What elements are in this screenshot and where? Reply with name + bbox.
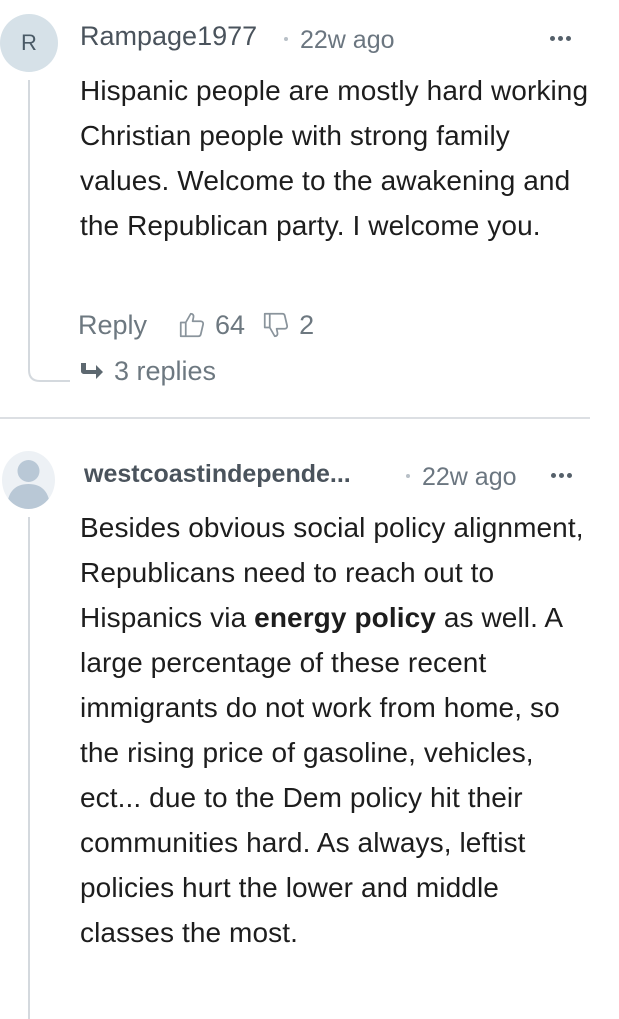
reply-button[interactable]: Reply [78,310,147,341]
comment-body: Hispanic people are mostly hard working … [80,75,589,241]
view-replies-button[interactable]: 3 replies [78,356,216,387]
separator-dot [406,474,410,478]
comment-body: Besides obvious social policy alignment,… [80,505,590,955]
timestamp: 22w ago [422,463,517,491]
downvote-button[interactable]: 2 [261,310,314,341]
downvote-count: 2 [299,309,315,340]
replies-count: 3 replies [114,356,217,386]
upvote-button[interactable]: 64 [177,310,245,341]
comment-actions: Reply 64 2 [78,305,330,345]
avatar-letter: R [21,30,37,55]
user-silhouette-icon [7,460,50,509]
thread-line [28,80,30,368]
comment-body-part2: as well. A large percentage of these rec… [80,602,562,948]
more-options-icon[interactable] [551,473,572,478]
upvote-count: 64 [215,309,246,340]
thumbs-down-icon [263,312,289,338]
username[interactable]: westcoastindepende... [84,460,351,489]
username[interactable]: Rampage1977 [80,21,257,52]
divider [0,417,590,419]
comment-body-bold: energy policy [254,602,436,633]
separator-dot [284,37,288,41]
more-options-icon[interactable] [550,36,571,41]
avatar[interactable]: R [0,14,58,72]
timestamp: 22w ago [300,26,395,54]
thread-curve [28,360,70,382]
reply-arrow-icon [81,362,103,379]
thread-line [28,517,30,1019]
thumbs-up-icon [179,312,205,338]
avatar[interactable] [2,451,55,509]
